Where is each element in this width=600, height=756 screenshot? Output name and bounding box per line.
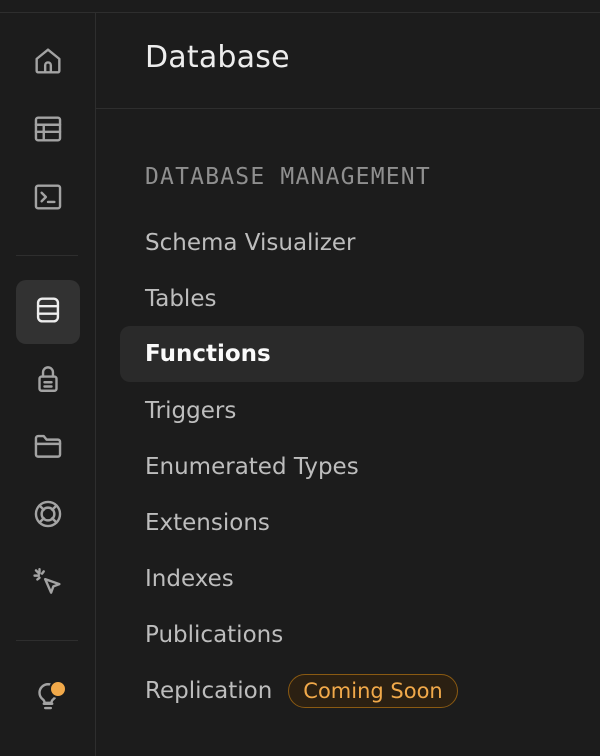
storage-folder-icon xyxy=(31,429,65,467)
cursor-nav-button[interactable] xyxy=(16,552,80,616)
notification-dot xyxy=(49,680,67,698)
menu-item-extensions[interactable]: Extensions xyxy=(120,495,584,551)
section-label: DATABASE MANAGEMENT xyxy=(145,164,431,190)
menu-item-label: Publications xyxy=(145,622,284,648)
panel-divider xyxy=(96,108,600,109)
menu-item-label: Indexes xyxy=(145,566,234,592)
menu-item-label: Tables xyxy=(145,286,217,312)
menu-item-label: Triggers xyxy=(145,398,237,424)
menu-item-label: Functions xyxy=(145,341,271,367)
rail-separator xyxy=(16,640,78,641)
menu-item-enumerated-types[interactable]: Enumerated Types xyxy=(120,439,584,495)
home-icon xyxy=(31,44,65,82)
panel-title: Database xyxy=(145,40,290,75)
menu-item-label: Enumerated Types xyxy=(145,454,359,480)
rail-separator xyxy=(16,255,78,256)
menu-item-triggers[interactable]: Triggers xyxy=(120,383,584,439)
home-nav-button[interactable] xyxy=(16,31,80,95)
menu-item-tables[interactable]: Tables xyxy=(120,271,584,327)
lightbulb-icon xyxy=(31,679,67,713)
coming-soon-badge: Coming Soon xyxy=(288,674,458,708)
database-nav-button[interactable] xyxy=(16,280,80,344)
table-editor-icon xyxy=(31,112,65,150)
menu-item-label: Replication xyxy=(145,678,273,704)
rail-border xyxy=(95,13,96,756)
app-frame: Database DATABASE MANAGEMENT Schema Visu… xyxy=(0,0,600,756)
realtime-icon xyxy=(31,497,65,535)
menu-item-replication[interactable]: Replication Coming Soon xyxy=(120,663,584,719)
sql-editor-icon xyxy=(31,180,65,218)
cursor-click-icon xyxy=(31,565,65,603)
database-icon xyxy=(31,293,65,331)
menu-item-indexes[interactable]: Indexes xyxy=(120,551,584,607)
auth-lock-icon xyxy=(31,361,65,399)
menu-item-functions[interactable]: Functions xyxy=(120,326,584,382)
storage-nav-button[interactable] xyxy=(16,416,80,480)
auth-nav-button[interactable] xyxy=(16,348,80,412)
table-editor-nav-button[interactable] xyxy=(16,99,80,163)
menu-item-schema-visualizer[interactable]: Schema Visualizer xyxy=(120,215,584,271)
realtime-nav-button[interactable] xyxy=(16,484,80,548)
sql-editor-nav-button[interactable] xyxy=(16,167,80,231)
menu-item-label: Extensions xyxy=(145,510,270,536)
menu-item-label: Schema Visualizer xyxy=(145,230,356,256)
menu-item-publications[interactable]: Publications xyxy=(120,607,584,663)
advisor-nav-button[interactable] xyxy=(16,664,80,728)
